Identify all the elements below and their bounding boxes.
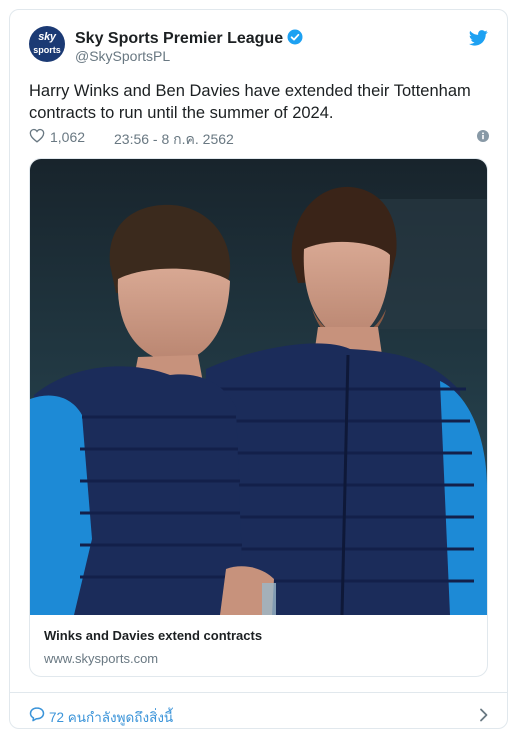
- conversation-footer[interactable]: 72 คนกำลังพูดถึงสิ่งนี้: [29, 703, 488, 727]
- info-icon[interactable]: [477, 129, 489, 145]
- link-title[interactable]: Winks and Davies extend contracts: [44, 628, 262, 643]
- heart-icon[interactable]: [29, 128, 45, 146]
- reply-icon: [29, 706, 45, 727]
- author-name-link[interactable]: Sky Sports Premier League: [75, 29, 303, 50]
- author-name: Sky Sports Premier League: [75, 30, 284, 47]
- author-handle[interactable]: @SkySportsPL: [75, 48, 170, 64]
- footer-divider: [10, 692, 507, 693]
- tweet-text: Harry Winks and Ben Davies have extended…: [29, 82, 471, 122]
- like-count[interactable]: 1,062: [50, 129, 85, 145]
- avatar[interactable]: sky sports: [29, 26, 65, 62]
- link-domain: www.skysports.com: [44, 651, 159, 666]
- avatar-text-sports: sports: [33, 45, 61, 55]
- conversation-link[interactable]: 72 คนกำลังพูดถึงสิ่งนี้: [49, 706, 173, 728]
- embedded-tweet-card: sky sports Sky Sports Premier League @Sk…: [9, 9, 508, 729]
- chevron-right-icon[interactable]: [479, 708, 488, 727]
- twitter-bird-icon[interactable]: [468, 30, 488, 51]
- article-photo: [30, 159, 487, 615]
- link-preview-card[interactable]: Winks and Davies extend contracts www.sk…: [29, 158, 488, 677]
- tweet-meta: 1,062 23:56 - 8 ก.ค. 2562: [29, 126, 489, 148]
- tweet-header: sky sports Sky Sports Premier League @Sk…: [29, 26, 488, 70]
- verified-badge-icon: [287, 29, 303, 50]
- timestamp-link[interactable]: 23:56 - 8 ก.ค. 2562: [114, 129, 234, 151]
- avatar-text-sky: sky: [38, 31, 56, 43]
